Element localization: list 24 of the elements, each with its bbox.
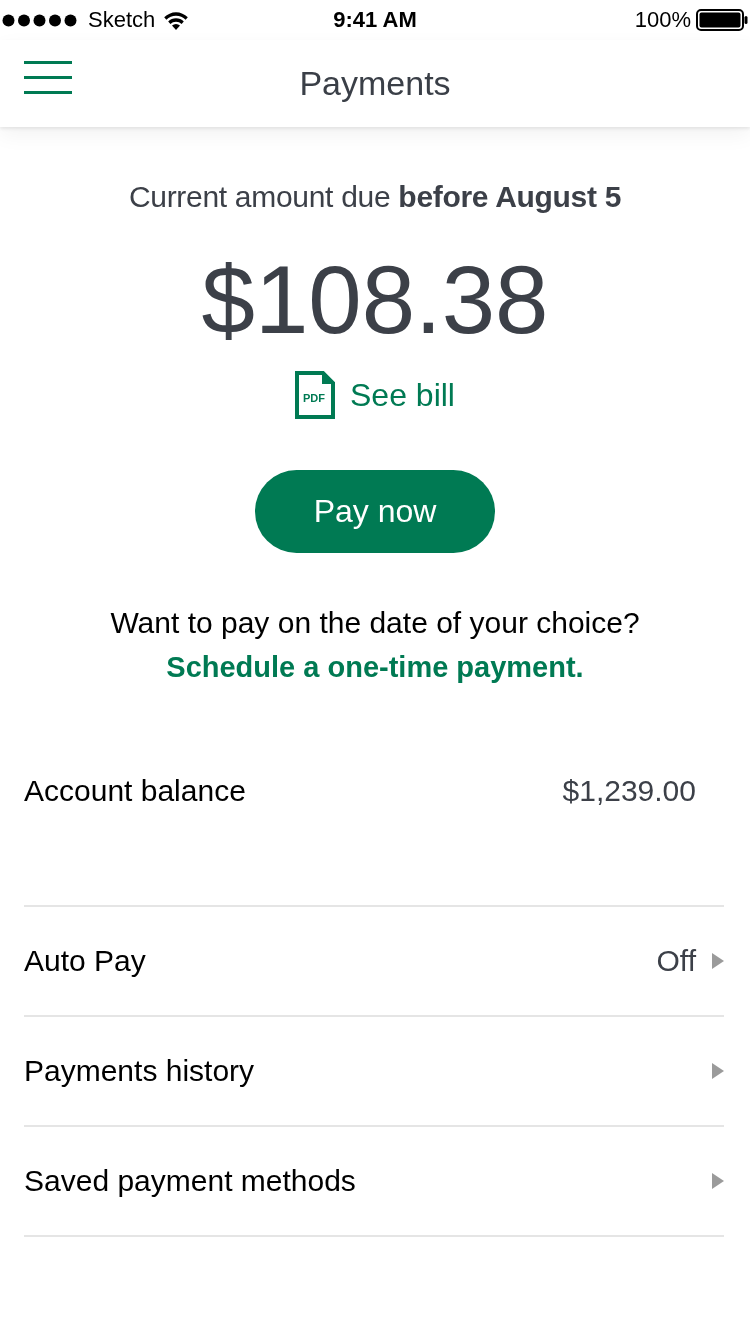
carrier-name: Sketch [88, 7, 156, 33]
chevron-right-icon [712, 953, 724, 969]
see-bill-link[interactable]: PDF See bill [295, 371, 455, 419]
menu-list-item[interactable]: Payments history [24, 1017, 724, 1127]
menu-button[interactable] [24, 61, 72, 94]
clock-time: 9:41 AM [333, 7, 417, 33]
schedule-payment-link[interactable]: Schedule a one-time payment. [166, 645, 584, 689]
amount-due-value: $108.38 [201, 245, 549, 355]
pay-now-button[interactable]: Pay now [255, 470, 495, 553]
schedule-question: Want to pay on the date of your choice? [110, 605, 640, 641]
pdf-file-icon: PDF [295, 371, 335, 419]
account-balance-value: $1,239.00 [562, 773, 696, 809]
chevron-right-icon [712, 1173, 724, 1189]
wifi-icon [163, 10, 190, 30]
auto-pay-status: Off [656, 944, 696, 978]
menu-list-item[interactable]: Auto Pay Off [24, 907, 724, 1017]
battery-icon [696, 9, 748, 31]
account-balance-label: Account balance [24, 773, 246, 809]
battery-percentage: 100% [634, 7, 691, 33]
amount-due-label: Current amount due before August 5 [128, 179, 622, 215]
menu-list-item[interactable]: Saved payment methods [24, 1127, 724, 1237]
page-title: Payments [299, 64, 451, 103]
chevron-right-icon [712, 1063, 724, 1079]
menu-icon [24, 61, 72, 94]
